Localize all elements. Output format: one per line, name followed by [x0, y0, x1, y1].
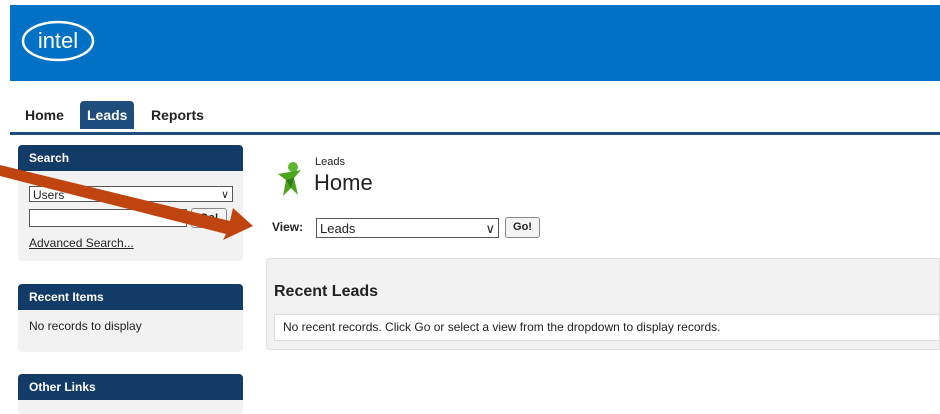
view-select[interactable]: Leads ∨ — [316, 218, 499, 238]
other-links-title: Other Links — [18, 374, 243, 400]
search-panel-title: Search — [18, 145, 243, 171]
recent-items-empty-text: No records to display — [29, 319, 142, 333]
svg-text:intel: intel — [38, 28, 78, 53]
recent-items-title: Recent Items — [18, 284, 243, 310]
intel-logo[interactable]: intel — [20, 19, 96, 63]
view-label: View: — [272, 220, 304, 234]
recent-items-panel: Recent Items No records to display — [18, 284, 243, 352]
search-scope-select[interactable]: Users ∨ — [29, 186, 233, 202]
advanced-search-link[interactable]: Advanced Search... — [29, 236, 134, 250]
search-go-button[interactable]: Go! — [191, 208, 227, 228]
recent-leads-title: Recent Leads — [274, 283, 379, 300]
app-header: intel — [10, 5, 940, 81]
chevron-down-icon: ∨ — [220, 189, 229, 201]
page-title: Home — [314, 170, 373, 195]
other-links-panel: Other Links — [18, 374, 243, 414]
tab-reports[interactable]: Reports — [144, 101, 211, 129]
recent-leads-message: No recent records. Click Go or select a … — [274, 314, 940, 341]
tab-home[interactable]: Home — [18, 101, 71, 129]
search-input[interactable] — [29, 209, 187, 227]
tab-leads[interactable]: Leads — [80, 101, 135, 129]
chevron-down-icon: ∨ — [485, 221, 495, 236]
view-go-button[interactable]: Go! — [505, 217, 540, 238]
leads-person-icon — [278, 162, 301, 196]
tab-bar: Home Leads Reports — [10, 96, 940, 135]
view-select-value: Leads — [320, 221, 356, 236]
breadcrumb: Leads — [315, 156, 345, 168]
search-scope-value: Users — [33, 188, 65, 202]
